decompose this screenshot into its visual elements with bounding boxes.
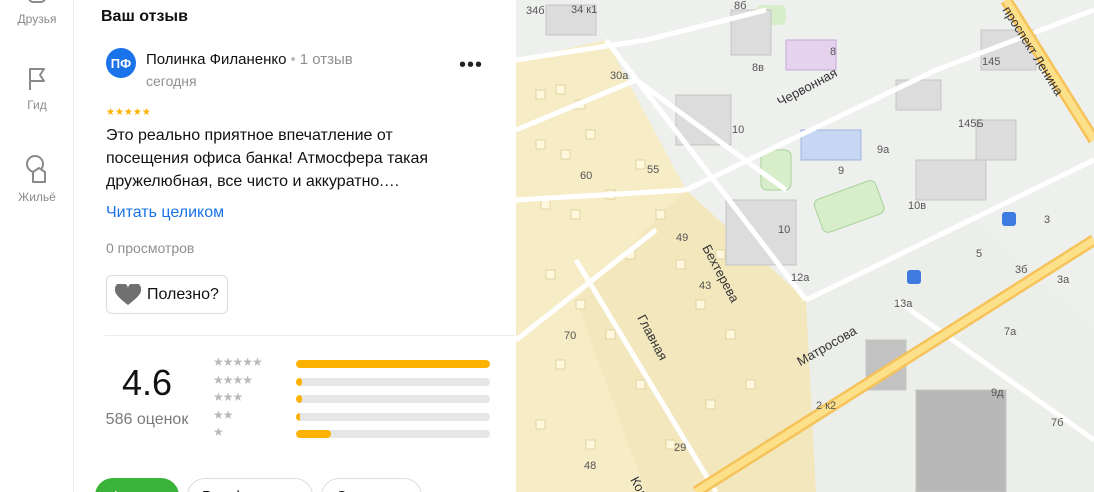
distribution-bar — [296, 430, 490, 438]
house-number-label: 9д — [991, 387, 1004, 399]
rail-item-guide[interactable]: Гид — [0, 66, 74, 112]
house-icon — [26, 155, 46, 183]
house-number-label: 3а — [1057, 274, 1070, 286]
distribution-fill — [296, 377, 302, 386]
house-number-label: 12а — [791, 272, 810, 284]
map-canvas — [516, 0, 1094, 492]
house-number-label: 145 — [982, 56, 1001, 68]
house-number-label: 3 — [1044, 214, 1051, 226]
flag-icon — [29, 68, 45, 90]
your-review-title: Ваш отзыв — [101, 8, 188, 25]
filter-chip[interactable]: Филиал — [95, 478, 180, 492]
friends-icon — [28, 0, 46, 3]
rating-distribution: ★★★★★ ★★★★ ★★★ ★★ ★ — [213, 355, 493, 443]
filter-chip[interactable]: Все филиалы — [187, 478, 313, 492]
house-number-label: 29 — [674, 442, 687, 454]
house-number-label: 30а — [610, 70, 629, 82]
rail-item-housing[interactable]: Жильё — [0, 154, 74, 204]
review-text: Это реально приятное впечатление от посе… — [106, 127, 429, 190]
house-number-label: 43 — [699, 280, 712, 292]
rail-label-guide: Гид — [27, 98, 47, 112]
house-number-label: 13а — [894, 298, 913, 310]
distribution-bar — [296, 395, 490, 403]
distribution-row: ★★★ — [213, 390, 493, 408]
rail-label-friends: Друзья — [17, 12, 57, 26]
filter-chip[interactable]: С ответом — [320, 478, 422, 492]
divider — [105, 335, 515, 336]
house-number-label: 60 — [580, 170, 593, 182]
rating-count: 586 оценок — [105, 411, 189, 428]
more-options-button[interactable]: ••• — [459, 54, 483, 77]
left-rail: Друзья Гид Жильё — [0, 0, 74, 492]
map[interactable]: Червонная Бехтерева Главная Матросова проспе… — [516, 0, 1094, 492]
house-number-label: 5 — [976, 248, 983, 260]
distribution-stars: ★ — [213, 425, 224, 439]
house-number-label: 9 — [838, 165, 845, 177]
distribution-stars: ★★★ — [213, 390, 243, 404]
app-root: Друзья Гид Жильё Ваш отзыв ПФ Полинка Фи… — [0, 0, 1094, 492]
distribution-row: ★★ — [213, 408, 493, 426]
distribution-bar — [296, 360, 490, 368]
author-line: Полинка Филаненко • 1 отзыв — [146, 51, 353, 68]
house-number-label: 3б — [1015, 264, 1028, 276]
useful-button[interactable]: Полезно? — [106, 275, 228, 314]
house-number-label: 7б — [1051, 417, 1064, 429]
house-number-label: 2 к2 — [816, 400, 837, 412]
author-review-count[interactable]: 1 отзыв — [300, 51, 353, 68]
distribution-fill — [296, 395, 302, 403]
house-number-label: 9а — [877, 144, 890, 156]
distribution-stars: ★★ — [213, 407, 233, 422]
distribution-fill — [296, 430, 331, 438]
distribution-fill — [296, 412, 300, 421]
house-number-label: 48 — [584, 460, 597, 472]
house-number-label: 8в — [752, 62, 764, 74]
review-filters: Филиал Все филиалы С ответом — [95, 478, 422, 492]
views-count: 0 просмотров — [106, 240, 195, 256]
house-number-label: 145Б — [958, 118, 984, 130]
house-number-label: 70 — [564, 330, 577, 342]
distribution-stars: ★★★★★ — [213, 355, 263, 369]
house-number-label: 8б — [734, 0, 747, 12]
distribution-stars: ★★★★ — [213, 372, 253, 387]
author-name[interactable]: Полинка Филаненко — [146, 51, 286, 68]
heart-icon — [115, 283, 141, 305]
distribution-row: ★★★★★ — [213, 355, 493, 373]
house-number-label: 34 к1 — [571, 4, 598, 16]
rating-score: 4.6 — [121, 362, 173, 403]
distribution-row: ★ — [213, 425, 493, 443]
distribution-bar — [296, 377, 490, 386]
house-number-label: 10 — [778, 224, 791, 236]
separator-dot: • — [290, 51, 296, 68]
review-date: сегодня — [146, 73, 197, 89]
read-more-link[interactable]: Читать целиком — [106, 204, 224, 222]
house-number-label: 8 — [830, 46, 837, 58]
house-number-label: 55 — [647, 164, 660, 176]
useful-label: Полезно? — [147, 285, 219, 303]
house-number-label: 7а — [1004, 326, 1017, 338]
rail-item-friends[interactable]: Друзья — [0, 0, 74, 26]
rail-label-housing: Жильё — [18, 190, 56, 204]
house-number-label: 49 — [676, 232, 689, 244]
house-number-label: 10 — [732, 124, 745, 136]
house-number-label: 10в — [908, 200, 927, 212]
distribution-fill — [296, 360, 490, 368]
avatar[interactable]: ПФ — [106, 48, 136, 78]
house-number-label: 34б — [526, 5, 545, 17]
review-stars: ★★★★★ — [106, 107, 151, 118]
review-panel: Ваш отзыв ПФ Полинка Филаненко • 1 отзыв с… — [75, 0, 515, 492]
distribution-bar — [296, 412, 490, 421]
distribution-row: ★★★★ — [213, 373, 493, 391]
